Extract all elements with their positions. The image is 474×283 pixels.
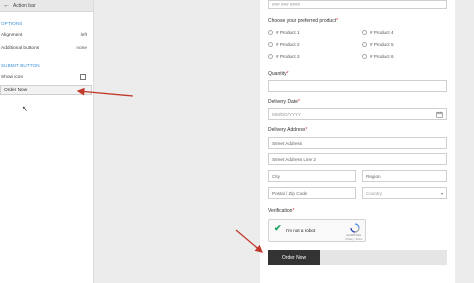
postal-code-input[interactable]: Postal / Zip Code <box>268 187 356 199</box>
settings-panel: ← Action bar OPTIONS Alignment left Addi… <box>0 0 94 283</box>
additional-buttons-value[interactable]: none <box>76 46 87 51</box>
show-icon-checkbox[interactable] <box>80 74 86 80</box>
verification-label: Verification* <box>268 208 294 214</box>
alignment-label: Alignment <box>1 33 23 38</box>
product-option-1[interactable]: # Product 1 <box>268 30 300 35</box>
panel-title: Action bar <box>13 2 36 9</box>
country-placeholder: Country <box>366 190 383 196</box>
captcha-brand: reCAPTCHA <box>346 234 361 237</box>
product-option-5[interactable]: # Product 5 <box>362 42 394 47</box>
checkmark-icon[interactable]: ✔ <box>274 224 282 233</box>
mouse-cursor-icon: ↖ <box>22 106 28 113</box>
radio-icon[interactable] <box>268 54 273 59</box>
street2-placeholder: Street Address Line 2 <box>272 156 316 162</box>
radio-icon[interactable] <box>362 42 367 47</box>
product-option-label: # Product 4 <box>370 30 394 35</box>
calendar-icon[interactable] <box>436 111 443 118</box>
region-input[interactable]: Region <box>362 170 447 182</box>
order-now-button[interactable]: Order Now <box>268 250 320 265</box>
quantity-input[interactable] <box>268 80 447 92</box>
street-placeholder: Street Address <box>272 140 303 146</box>
required-mark: * <box>305 127 308 133</box>
country-select[interactable]: Country ▾ <box>362 187 447 199</box>
button-text-input[interactable]: Order Now <box>0 85 92 95</box>
quantity-label-text: Quantity <box>268 71 287 77</box>
product-option-6[interactable]: # Product 6 <box>362 54 394 59</box>
chevron-down-icon: ▾ <box>440 190 443 196</box>
section-submit-button: SUBMIT BUTTON <box>1 63 40 68</box>
product-option-2[interactable]: # Product 2 <box>268 42 300 47</box>
product-option-label: # Product 5 <box>370 42 394 47</box>
delivery-date-label: Delivery Date* <box>268 99 300 105</box>
captcha-text: I'm not a robot <box>286 228 316 233</box>
postal-placeholder: Postal / Zip Code <box>272 190 308 196</box>
alignment-value[interactable]: left <box>81 33 87 38</box>
required-mark: * <box>286 71 289 77</box>
section-options: OPTIONS <box>1 21 23 26</box>
verification-label-text: Verification <box>268 208 293 214</box>
product-option-label: # Product 3 <box>276 54 300 59</box>
date-placeholder: MM/DD/YYYY <box>272 111 302 117</box>
required-mark: * <box>336 18 339 24</box>
city-placeholder: City <box>272 173 280 179</box>
product-option-4[interactable]: # Product 4 <box>362 30 394 35</box>
additional-buttons-label: Additional buttons <box>1 46 40 51</box>
product-option-label: # Product 1 <box>276 30 300 35</box>
quantity-label: Quantity* <box>268 71 289 77</box>
street-address-input[interactable]: Street Address <box>268 137 447 149</box>
delivery-date-input[interactable]: MM/DD/YYYY <box>268 108 447 120</box>
show-icon-label: Show icon <box>1 75 24 80</box>
product-label-text: Choose your preferred product <box>268 18 337 24</box>
required-mark: * <box>298 99 300 105</box>
delivery-date-label-text: Delivery Date <box>268 99 299 105</box>
delivery-address-label: Delivery Address* <box>268 127 307 133</box>
phone-input[interactable]: ### ### #### <box>268 0 447 9</box>
alignment-row[interactable]: Alignment left <box>1 33 87 38</box>
city-input[interactable]: City <box>268 170 356 182</box>
captcha-terms[interactable]: Privacy - Terms <box>346 238 362 241</box>
show-icon-row: Show icon <box>1 75 87 80</box>
radio-icon[interactable] <box>268 42 273 47</box>
product-option-3[interactable]: # Product 3 <box>268 54 300 59</box>
product-label: Choose your preferred product* <box>268 18 338 24</box>
arrow-to-order-button <box>235 229 263 253</box>
product-option-label: # Product 6 <box>370 54 394 59</box>
radio-icon[interactable] <box>362 54 367 59</box>
phone-placeholder: ### ### #### <box>272 2 301 7</box>
radio-icon[interactable] <box>268 30 273 35</box>
panel-header: ← Action bar <box>0 0 93 12</box>
recaptcha-logo-icon <box>350 223 360 233</box>
required-mark: * <box>292 208 295 214</box>
back-arrow-icon[interactable]: ← <box>3 2 10 9</box>
recaptcha-widget[interactable]: ✔ I'm not a robot reCAPTCHA Privacy - Te… <box>268 219 366 242</box>
delivery-address-label-text: Delivery Address <box>268 127 306 133</box>
additional-buttons-row[interactable]: Additional buttons none <box>1 46 87 51</box>
region-placeholder: Region <box>366 173 381 179</box>
radio-icon[interactable] <box>362 30 367 35</box>
product-option-label: # Product 2 <box>276 42 300 47</box>
street-address-line2-input[interactable]: Street Address Line 2 <box>268 153 447 165</box>
